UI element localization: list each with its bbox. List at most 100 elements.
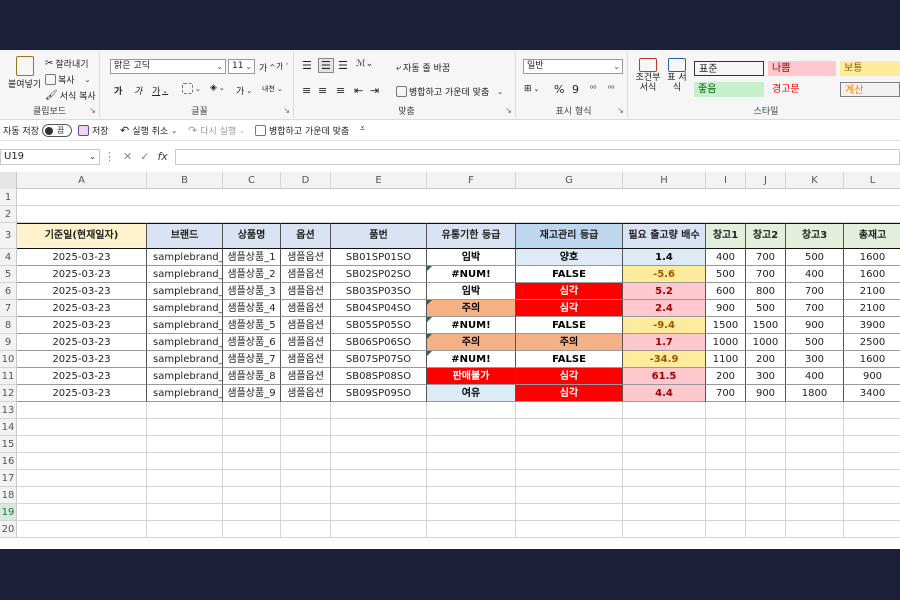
grid-cell[interactable] [706, 419, 746, 436]
grid-cell[interactable] [516, 470, 623, 487]
grid-cell[interactable] [331, 453, 427, 470]
grid-cell[interactable] [281, 189, 331, 206]
grid-cell[interactable] [223, 487, 281, 504]
cancel-icon[interactable]: ✕ [123, 150, 132, 163]
table-cell-total[interactable]: 2100 [844, 300, 900, 317]
table-cell-expiry[interactable]: 임박 [427, 283, 516, 300]
redo-button[interactable]: ↷ 다시 실행 ⌄ [188, 124, 245, 137]
table-header-cell[interactable]: 품번 [331, 223, 427, 249]
grid-cell[interactable] [786, 402, 844, 419]
qat-merge-button[interactable]: 병합하고 가운데 맞춤 [255, 124, 349, 137]
grid-cell[interactable] [427, 470, 516, 487]
grid-cell[interactable] [706, 402, 746, 419]
table-cell-stock[interactable]: 주의 [516, 334, 623, 351]
align-right-icon[interactable]: ≡ [336, 84, 345, 97]
grid-cell[interactable] [147, 453, 223, 470]
table-cell-brand[interactable]: samplebrand_1 [147, 249, 223, 266]
autosave-toggle[interactable]: 끔 [41, 124, 72, 137]
table-cell-date[interactable]: 2025-03-23 [17, 368, 147, 385]
row-header-5[interactable]: 5 [0, 266, 17, 283]
table-cell-multiple[interactable]: 61.5 [623, 368, 706, 385]
grid-cell[interactable] [746, 453, 786, 470]
grid-cell[interactable] [331, 189, 427, 206]
column-header-d[interactable]: D [281, 172, 331, 189]
table-cell-option[interactable]: 샘플옵션 [281, 334, 331, 351]
table-header-cell[interactable]: 상품명 [223, 223, 281, 249]
table-cell-w2[interactable]: 500 [746, 300, 786, 317]
grid-cell[interactable] [786, 206, 844, 223]
grid-cell[interactable] [516, 521, 623, 538]
table-cell-option[interactable]: 샘플옵션 [281, 249, 331, 266]
enter-icon[interactable]: ✓ [140, 150, 149, 163]
grid-cell[interactable] [147, 521, 223, 538]
grid-cell[interactable] [623, 470, 706, 487]
grid-cell[interactable] [844, 504, 900, 521]
number-format-select[interactable]: 일반 ⌄ [523, 59, 623, 74]
table-cell-w3[interactable]: 900 [786, 317, 844, 334]
grid-cell[interactable] [844, 521, 900, 538]
grow-font-button[interactable]: 가 ^ [259, 61, 276, 74]
table-cell-product[interactable]: 샘플상품_7 [223, 351, 281, 368]
column-header-e[interactable]: E [331, 172, 427, 189]
table-cell-product[interactable]: 샘플상품_9 [223, 385, 281, 402]
table-cell-brand[interactable]: samplebrand_2 [147, 300, 223, 317]
grid-cell[interactable] [786, 189, 844, 206]
grid-cell[interactable] [706, 453, 746, 470]
row-header-12[interactable]: 12 [0, 385, 17, 402]
table-cell-w1[interactable]: 500 [706, 266, 746, 283]
grid-cell[interactable] [427, 402, 516, 419]
grid-cell[interactable] [706, 189, 746, 206]
grid-cell[interactable] [427, 189, 516, 206]
table-cell-option[interactable]: 샘플옵션 [281, 351, 331, 368]
table-header-cell[interactable]: 필요 출고량 배수 [623, 223, 706, 249]
row-header-11[interactable]: 11 [0, 368, 17, 385]
grid-cell[interactable] [623, 206, 706, 223]
table-cell-w3[interactable]: 500 [786, 249, 844, 266]
table-cell-date[interactable]: 2025-03-23 [17, 385, 147, 402]
font-name-select[interactable]: 맑은 고딕 ⌄ [110, 59, 226, 74]
font-color-button[interactable]: 가 ⌄ [236, 84, 252, 98]
table-cell-product[interactable]: 샘플상품_4 [223, 300, 281, 317]
grid-cell[interactable] [147, 436, 223, 453]
table-cell-w1[interactable]: 700 [706, 385, 746, 402]
table-cell-date[interactable]: 2025-03-23 [17, 249, 147, 266]
grid-cell[interactable] [281, 470, 331, 487]
column-header-f[interactable]: F [427, 172, 516, 189]
grid-cell[interactable] [17, 419, 147, 436]
table-cell-w2[interactable]: 1500 [746, 317, 786, 334]
table-cell-w1[interactable]: 1500 [706, 317, 746, 334]
grid-cell[interactable] [516, 206, 623, 223]
table-cell-product[interactable]: 샘플상품_6 [223, 334, 281, 351]
table-cell-stock[interactable]: FALSE [516, 266, 623, 283]
grid-cell[interactable] [331, 487, 427, 504]
autosave-control[interactable]: 자동 저장 끔 [3, 124, 72, 137]
table-cell-expiry[interactable]: #NUM! [427, 266, 516, 283]
grid-cell[interactable] [786, 487, 844, 504]
grid-cell[interactable] [516, 419, 623, 436]
grid-cell[interactable] [427, 521, 516, 538]
table-cell-total[interactable]: 2100 [844, 283, 900, 300]
column-header-b[interactable]: B [147, 172, 223, 189]
grid-cell[interactable] [516, 504, 623, 521]
borders-button[interactable]: ⌄ [182, 83, 201, 94]
table-header-cell[interactable]: 재고관리 등급 [516, 223, 623, 249]
underline-button[interactable]: 가 ⌄ [152, 84, 168, 98]
table-cell-product[interactable]: 샘플상품_3 [223, 283, 281, 300]
format-as-table-button[interactable]: 표 서식 [666, 58, 688, 93]
column-header-l[interactable]: L [844, 172, 900, 189]
grid-cell[interactable] [844, 470, 900, 487]
grid-cell[interactable] [281, 504, 331, 521]
table-cell-stock[interactable]: 양호 [516, 249, 623, 266]
style-bad[interactable]: 나쁨 [768, 61, 836, 76]
table-cell-w2[interactable]: 200 [746, 351, 786, 368]
grid-cell[interactable] [17, 436, 147, 453]
grid-cell[interactable] [746, 189, 786, 206]
row-header-14[interactable]: 14 [0, 419, 17, 436]
table-cell-stock[interactable]: FALSE [516, 317, 623, 334]
dialog-launcher-icon[interactable]: ↘ [89, 106, 96, 115]
grid-cell[interactable] [706, 206, 746, 223]
grid-cell[interactable] [427, 206, 516, 223]
grid-cell[interactable] [623, 504, 706, 521]
table-cell-w3[interactable]: 500 [786, 334, 844, 351]
table-cell-w3[interactable]: 700 [786, 300, 844, 317]
